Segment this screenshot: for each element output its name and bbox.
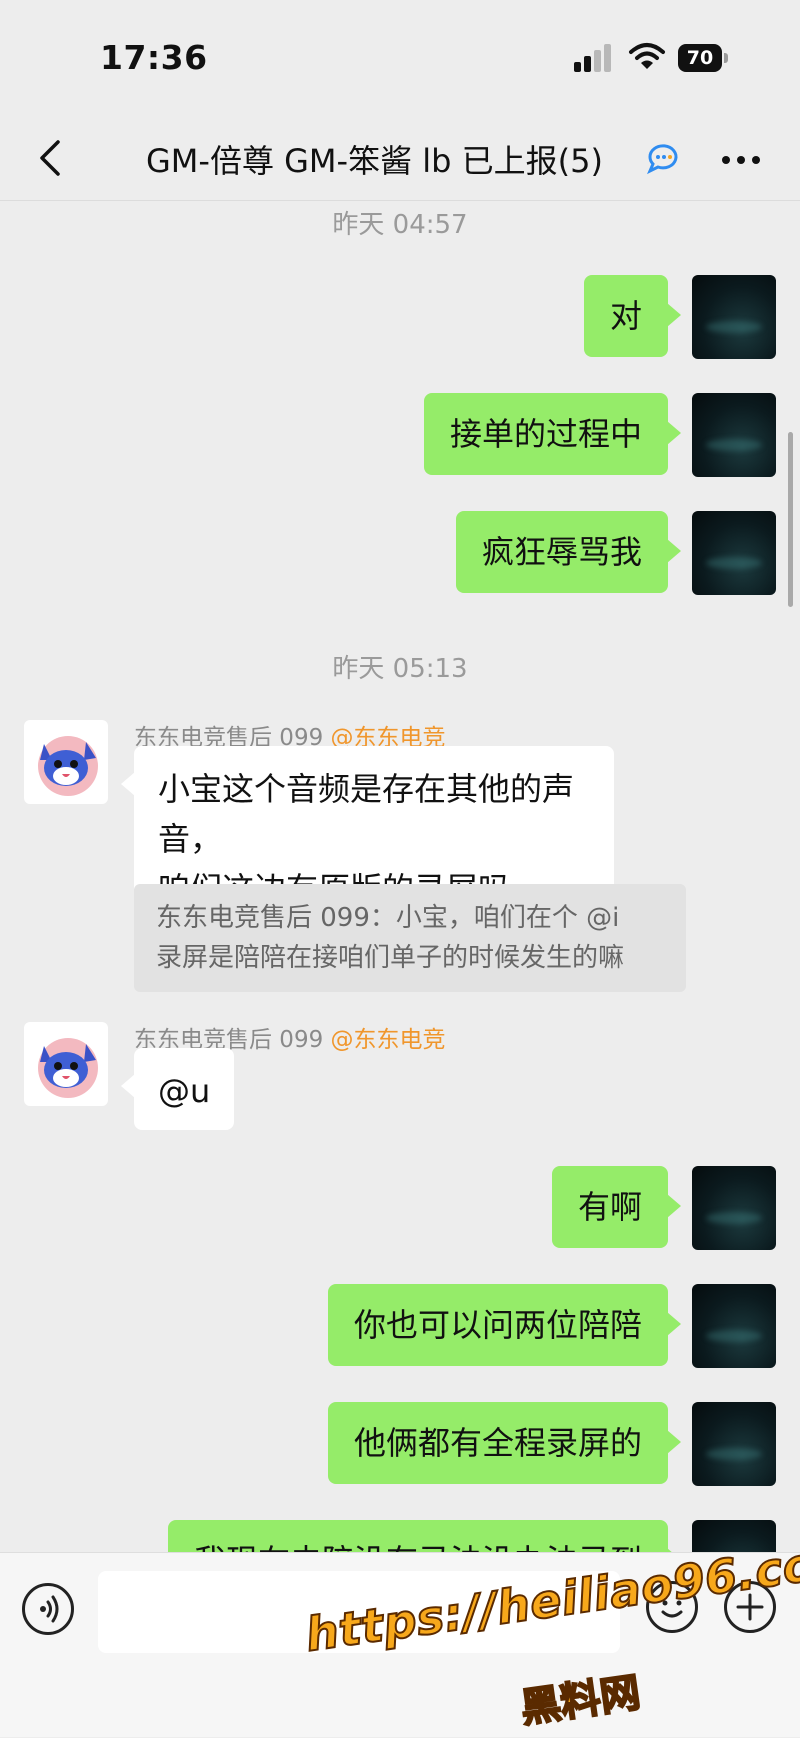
input-bar [0, 1552, 800, 1737]
sender-avatar[interactable] [24, 720, 108, 804]
message-bubble-outgoing[interactable]: 他俩都有全程录屏的 [327, 1402, 682, 1484]
self-avatar[interactable] [692, 393, 776, 477]
wifi-icon [629, 43, 665, 69]
self-avatar[interactable] [692, 1166, 776, 1250]
self-avatar[interactable] [692, 511, 776, 595]
sender-mention-tag[interactable]: @东东电竞 [331, 1027, 446, 1053]
cat-mascot-icon [38, 736, 98, 796]
message-bubble-outgoing[interactable]: 对 [583, 275, 682, 357]
message-bubble-outgoing[interactable]: 你也可以问两位陪陪 [327, 1284, 682, 1366]
message-timestamp: 昨天 04:57 [332, 210, 468, 240]
message-bubble-incoming[interactable]: @u [120, 1048, 235, 1130]
status-time: 17:36 [100, 38, 208, 77]
message-text-line: 小宝这个音频是存在其他的声音， [158, 770, 575, 858]
more-options-icon[interactable] [722, 156, 762, 166]
emoji-button[interactable] [646, 1581, 698, 1633]
chat-header: GM-倍尊 GM-笨酱 lb 已上报(5) [0, 118, 800, 201]
quoted-message[interactable]: 东东电竞售后 099：小宝，咱们在个 @i 录屏是陪陪在接咱们单子的时候发生的嘛 [134, 884, 686, 992]
message-input[interactable] [98, 1571, 620, 1653]
message-timestamp: 昨天 05:13 [332, 654, 468, 684]
voice-input-button[interactable] [22, 1583, 74, 1635]
status-bar: 17:36 70 [0, 0, 800, 118]
quote-text-line: 录屏是陪陪在接咱们单子的时候发生的嘛 [156, 943, 625, 973]
self-avatar[interactable] [692, 1402, 776, 1486]
self-avatar[interactable] [692, 1284, 776, 1368]
message-bubble-outgoing[interactable]: 接单的过程中 [423, 393, 682, 475]
chat-title: GM-倍尊 GM-笨酱 lb 已上报(5) [146, 142, 603, 180]
message-bubble-outgoing[interactable]: 疯狂辱骂我 [455, 511, 682, 593]
smiley-icon [661, 1600, 683, 1618]
message-bubble-outgoing[interactable]: 有啊 [551, 1166, 682, 1248]
cat-mascot-icon [38, 1038, 98, 1098]
quote-text-line: 东东电竞售后 099：小宝，咱们在个 @i [156, 903, 620, 933]
battery-level: 70 [678, 44, 722, 72]
sender-avatar[interactable] [24, 1022, 108, 1106]
more-functions-button[interactable] [724, 1581, 776, 1633]
cellular-signal-icon [574, 42, 614, 72]
chat-bubble-icon[interactable] [644, 138, 682, 176]
plus-icon [736, 1593, 764, 1621]
battery-icon: 70 [678, 44, 728, 72]
back-arrow-icon[interactable] [34, 138, 70, 178]
scrollbar[interactable] [788, 432, 793, 607]
self-avatar[interactable] [692, 275, 776, 359]
voice-icon [40, 1595, 59, 1623]
